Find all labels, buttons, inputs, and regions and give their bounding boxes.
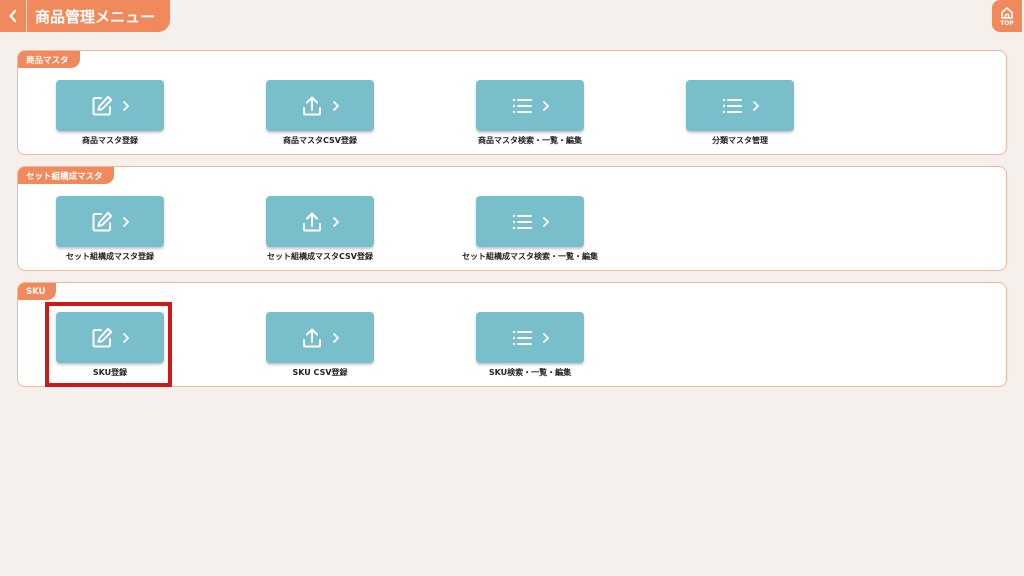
list-icon <box>722 98 742 113</box>
menu-item-set-register: セット組構成マスタ登録 <box>56 196 164 266</box>
menu-item-set-csv: セット組構成マスタCSV登録 <box>266 196 374 266</box>
menu-item-label: セット組構成マスタ登録 <box>66 252 154 261</box>
menu-item-product-csv: 商品マスタCSV登録 <box>266 80 374 150</box>
menu-item-label: 商品マスタCSV登録 <box>283 136 357 145</box>
sku-csv-button[interactable] <box>266 312 374 363</box>
product-search-button[interactable] <box>476 80 584 131</box>
section-set-master: セット組構成マスタ セット組構成マスタ登録 セット組構成マスタCSV登録 セット… <box>17 166 1007 271</box>
menu-item-label: 商品マスタ登録 <box>82 136 138 145</box>
menu-item-product-register: 商品マスタ登録 <box>56 80 164 150</box>
product-csv-button[interactable] <box>266 80 374 131</box>
menu-item-label: セット組構成マスタ検索・一覧・編集 <box>462 252 598 261</box>
back-button[interactable] <box>0 0 27 32</box>
chevron-right-icon <box>333 332 340 343</box>
menu-item-sku-csv: SKU CSV登録 <box>266 312 374 382</box>
edit-icon <box>92 211 113 231</box>
page-title: 商品管理メニュー <box>35 7 156 26</box>
menu-item-label: SKU登録 <box>92 368 128 377</box>
upload-icon <box>303 96 321 115</box>
chevron-right-icon <box>333 216 340 227</box>
set-csv-button[interactable] <box>266 196 374 247</box>
menu-item-sku-register: SKU登録 <box>56 312 164 382</box>
list-icon <box>512 214 532 229</box>
chevron-right-icon <box>543 100 550 111</box>
menu-item-sku-search: SKU検索・一覧・編集 <box>476 312 584 382</box>
menu-item-label: SKU検索・一覧・編集 <box>488 368 572 377</box>
set-register-button[interactable] <box>56 196 164 247</box>
menu-item-label: セット組構成マスタCSV登録 <box>267 252 373 261</box>
edit-icon <box>92 95 113 115</box>
edit-icon <box>92 327 113 347</box>
menu-item-label: SKU CSV登録 <box>292 368 348 377</box>
product-register-button[interactable] <box>56 80 164 131</box>
chevron-right-icon <box>123 332 130 343</box>
upload-icon <box>303 212 321 231</box>
menu-item-label: 分類マスタ管理 <box>712 136 768 145</box>
category-master-button[interactable] <box>686 80 794 131</box>
section-label: SKU <box>18 283 57 300</box>
menu-item-product-search: 商品マスタ検索・一覧・編集 <box>476 80 584 150</box>
sku-register-button[interactable] <box>56 312 164 363</box>
section-label: セット組構成マスタ <box>18 167 114 184</box>
chevron-right-icon <box>753 100 760 111</box>
menu-item-set-search: セット組構成マスタ検索・一覧・編集 <box>462 196 598 266</box>
list-icon <box>512 98 532 113</box>
chevron-right-icon <box>123 100 130 111</box>
section-product-master: 商品マスタ 商品マスタ登録 商品マスタCSV登録 商品マスタ検索・一覧・編集 分… <box>17 50 1007 155</box>
top-label: TOP <box>1000 19 1014 27</box>
home-icon <box>1001 6 1013 19</box>
menu-item-category-master: 分類マスタ管理 <box>686 80 794 150</box>
header-bar: 商品管理メニュー <box>0 0 170 32</box>
chevron-right-icon <box>543 216 550 227</box>
chevron-right-icon <box>543 332 550 343</box>
list-icon <box>512 330 532 345</box>
set-search-button[interactable] <box>476 196 584 247</box>
upload-icon <box>303 328 321 347</box>
top-button[interactable]: TOP <box>992 0 1022 32</box>
chevron-right-icon <box>333 100 340 111</box>
chevron-left-icon <box>9 9 17 23</box>
chevron-right-icon <box>123 216 130 227</box>
menu-item-label: 商品マスタ検索・一覧・編集 <box>478 136 582 145</box>
section-label: 商品マスタ <box>18 51 80 68</box>
section-sku: SKU SKU登録 SKU CSV登録 SKU検索・一覧・編集 <box>17 282 1007 387</box>
sku-search-button[interactable] <box>476 312 584 363</box>
